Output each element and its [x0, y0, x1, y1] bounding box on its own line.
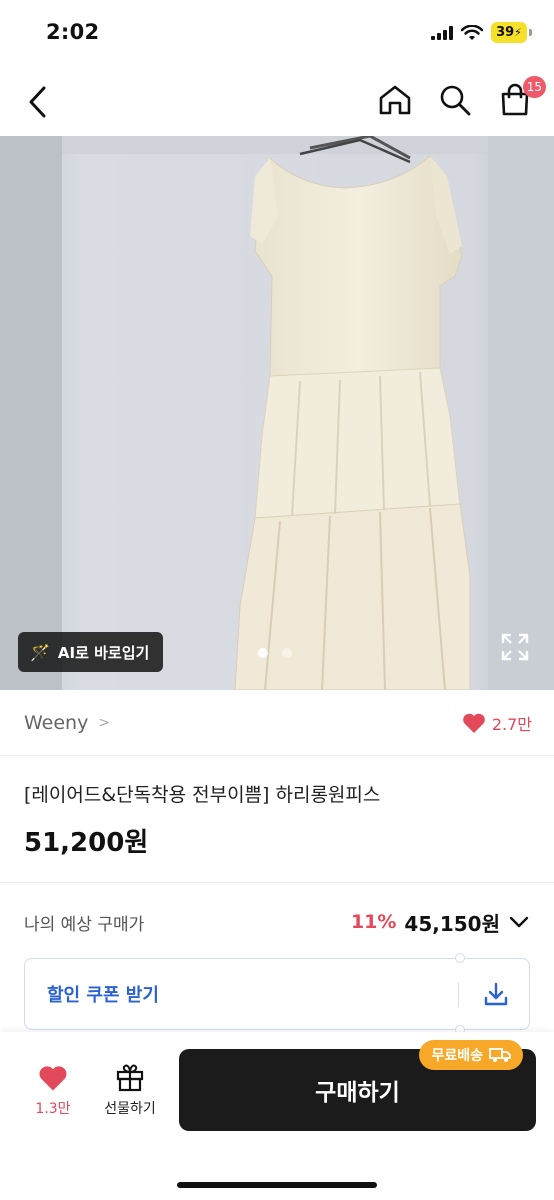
discount-rate: 11% — [350, 911, 397, 933]
home-indicator — [177, 1182, 377, 1188]
brand-row: Weeny > 2.7만 — [0, 690, 554, 756]
back-button[interactable] — [18, 80, 58, 124]
fullscreen-button[interactable] — [500, 632, 530, 662]
search-icon — [440, 85, 471, 116]
wifi-icon — [461, 24, 483, 40]
coupon-label: 할인 쿠폰 받기 — [47, 985, 159, 1006]
expected-price-label: 나의 예상 구매가 — [24, 914, 145, 935]
home-button[interactable] — [376, 78, 414, 122]
top-nav: 15 — [0, 68, 554, 136]
brand-link[interactable]: Weeny > — [24, 712, 110, 734]
heart-icon — [39, 1066, 67, 1091]
download-icon[interactable] — [483, 981, 509, 1007]
nav-actions: 15 — [376, 76, 546, 122]
home-icon — [379, 85, 411, 115]
delivery-truck-icon — [489, 1048, 511, 1062]
brand-chevron: > — [98, 714, 111, 731]
buy-label: 구매하기 — [315, 1080, 400, 1106]
like-count: 2.7만 — [491, 714, 532, 734]
gift-icon — [116, 1064, 144, 1092]
brand-like-button[interactable]: 2.7만 — [462, 711, 532, 735]
magic-wand-icon: 🪄 — [30, 642, 50, 662]
bottom-action-bar: 1.3만 선물하기 구매하기 무료배송 — [0, 1032, 554, 1200]
ai-try-on-label: AI로 바로입기 — [57, 643, 150, 662]
battery-tip — [529, 29, 532, 36]
section-divider — [0, 882, 554, 883]
carousel-dot-active[interactable] — [258, 648, 268, 658]
product-price: 51,200원 — [24, 828, 149, 858]
gift-label: 선물하기 — [104, 1101, 156, 1117]
cart-count-badge: 15 — [522, 76, 546, 98]
search-button[interactable] — [436, 78, 474, 122]
cart-button[interactable]: 15 — [496, 76, 546, 122]
free-shipping-badge: 무료배송 — [419, 1040, 523, 1070]
status-icons: 39 ⚡ — [431, 22, 532, 43]
free-shipping-label: 무료배송 — [431, 1048, 483, 1064]
heart-icon — [463, 713, 485, 733]
carousel-dots — [258, 648, 292, 658]
expand-icon — [501, 633, 529, 661]
charging-bolt-icon: ⚡ — [514, 26, 522, 39]
chevron-down-icon — [509, 916, 529, 928]
chevron-left-icon — [29, 86, 46, 118]
product-title: [레이어드&단독착용 전부이쁨] 하리롱원피스 — [24, 784, 381, 806]
battery-level: 39 — [496, 25, 515, 40]
ai-try-on-button[interactable]: 🪄 AI로 바로입기 — [18, 632, 164, 672]
final-price: 45,150원 — [404, 911, 500, 936]
bottom-like-button[interactable]: 1.3만 — [30, 1064, 76, 1118]
coupon-separator — [458, 983, 459, 1007]
bottom-like-count: 1.3만 — [35, 1101, 71, 1117]
brand-name: Weeny — [24, 711, 89, 734]
gift-button[interactable]: 선물하기 — [96, 1062, 164, 1118]
expected-price-values: 11% 45,150원 — [351, 908, 530, 937]
cellular-signal-icon — [431, 25, 453, 40]
status-time: 2:02 — [46, 20, 100, 44]
expected-price-row[interactable]: 나의 예상 구매가 11% 45,150원 — [24, 902, 530, 942]
coupon-notch-top — [455, 953, 465, 963]
status-bar: 2:02 39 ⚡ — [0, 0, 554, 68]
coupon-download-banner[interactable]: 할인 쿠폰 받기 — [24, 953, 530, 1035]
product-image-carousel[interactable]: 🪄 AI로 바로입기 — [0, 136, 554, 690]
product-photo — [0, 136, 554, 690]
battery-indicator: 39 ⚡ — [491, 22, 527, 43]
carousel-dot[interactable] — [282, 648, 292, 658]
